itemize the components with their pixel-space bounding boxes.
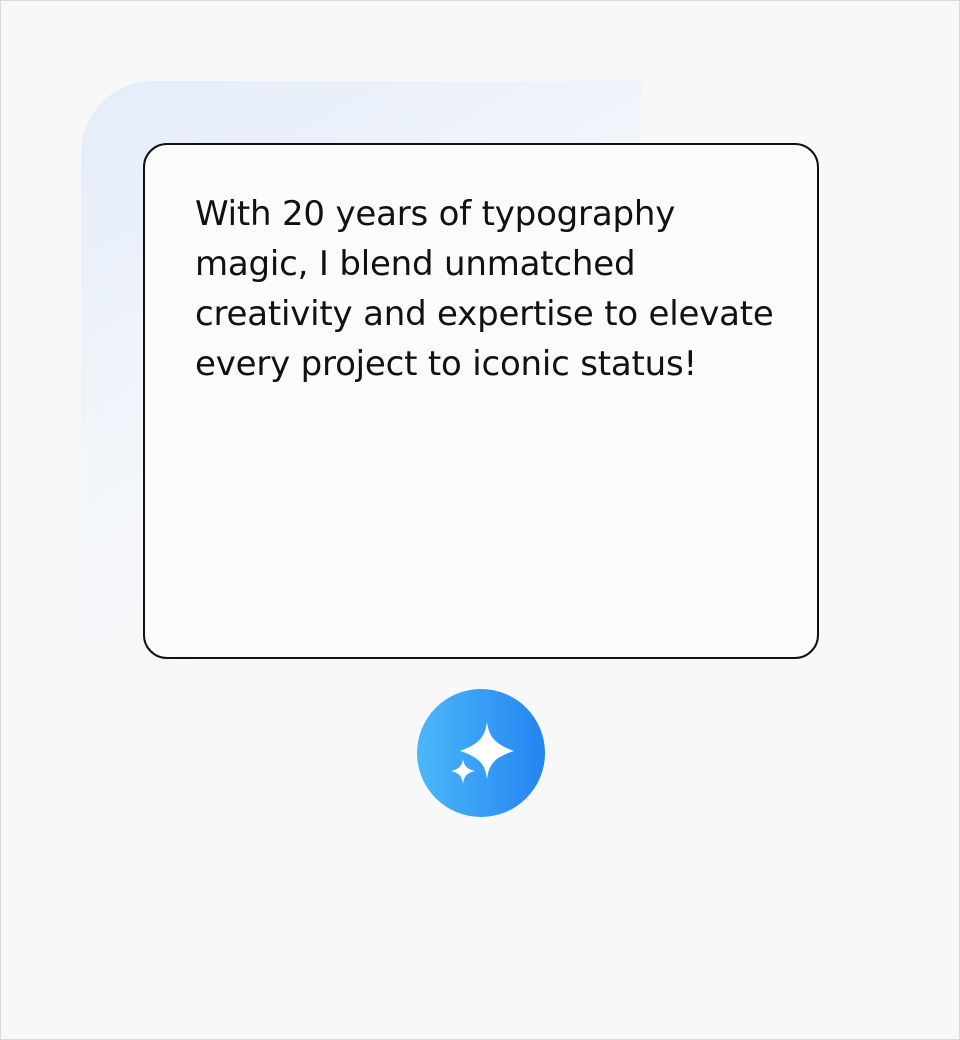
app-frame: With 20 years of typography magic, I ble… [0, 0, 960, 1040]
sparkle-icon [451, 722, 514, 784]
ai-sparkle-button[interactable] [417, 689, 545, 817]
card-body-text: With 20 years of typography magic, I ble… [195, 194, 774, 384]
text-card[interactable]: With 20 years of typography magic, I ble… [143, 143, 819, 659]
